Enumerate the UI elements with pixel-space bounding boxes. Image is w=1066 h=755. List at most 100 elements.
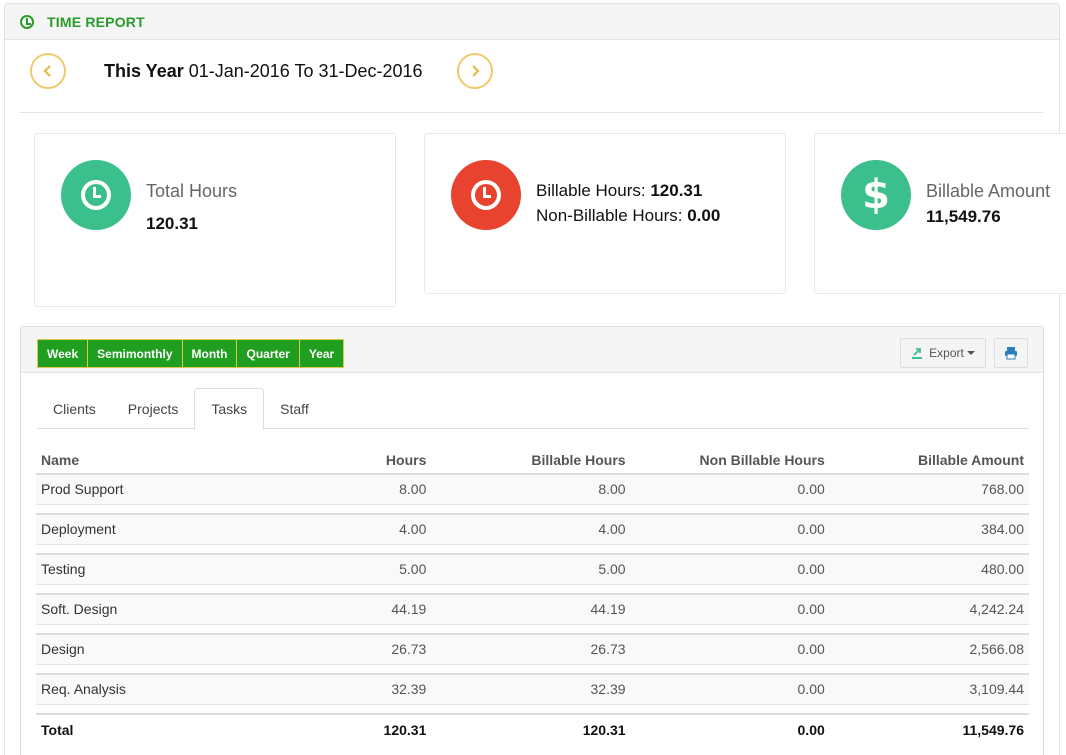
tab-staff[interactable]: Staff bbox=[264, 388, 325, 429]
total-cell-hours: 120.31 bbox=[227, 713, 432, 744]
clock-icon bbox=[81, 180, 111, 210]
period-quarter-button[interactable]: Quarter bbox=[237, 340, 300, 367]
billable-amount-value: 11,549.76 bbox=[926, 207, 1001, 226]
total-cell-billable-amount: 11,549.76 bbox=[829, 713, 1029, 744]
cell-name: Prod Support bbox=[36, 473, 228, 504]
cell-non-billable-hours: 0.00 bbox=[630, 633, 830, 664]
export-icon bbox=[912, 348, 923, 359]
cell-hours: 32.39 bbox=[227, 673, 432, 704]
cell-billable-hours: 26.73 bbox=[431, 633, 631, 664]
column-header-non-billable-hours[interactable]: Non Billable Hours bbox=[630, 446, 830, 475]
export-button[interactable]: Export bbox=[900, 338, 986, 368]
divider bbox=[19, 112, 1043, 113]
column-header-billable-hours[interactable]: Billable Hours bbox=[431, 446, 631, 475]
period-year-button[interactable]: Year bbox=[299, 340, 344, 367]
cell-non-billable-hours: 0.00 bbox=[630, 673, 830, 704]
cell-billable-hours: 4.00 bbox=[431, 513, 631, 544]
cell-billable-amount: 3,109.44 bbox=[829, 673, 1029, 704]
clock-icon bbox=[471, 180, 501, 210]
total-cell-name: Total bbox=[36, 713, 228, 744]
chevron-right-icon bbox=[471, 65, 480, 77]
dollar-icon: $ bbox=[862, 172, 890, 218]
table-body: Prod Support 8.00 8.00 0.00 768.00 Deployment… bbox=[36, 473, 1029, 744]
period-button-group: Week Semimonthly Month Quarter Year bbox=[37, 339, 345, 368]
table-total-row: Total 120.31 120.31 0.00 11,549.76 bbox=[36, 713, 1029, 744]
column-header-name[interactable]: Name bbox=[36, 446, 228, 475]
billable-amount-card: $ Billable Amount 11,549.76 bbox=[814, 133, 1066, 294]
period-semimonthly-button[interactable]: Semimonthly bbox=[88, 340, 183, 367]
cell-hours: 8.00 bbox=[227, 473, 432, 504]
row-spacer-cell bbox=[36, 543, 1029, 555]
total-hours-label: Total Hours bbox=[146, 181, 238, 201]
panel-header: TIME REPORT bbox=[5, 4, 1059, 40]
previous-period-button[interactable] bbox=[30, 53, 66, 89]
cell-name: Design bbox=[36, 633, 228, 664]
total-hours-value: 120.31 bbox=[146, 214, 198, 233]
row-spacer-cell bbox=[36, 623, 1029, 635]
row-spacer-cell bbox=[36, 583, 1029, 595]
row-spacer-cell bbox=[36, 503, 1029, 515]
table-row: Deployment 4.00 4.00 0.00 384.00 bbox=[36, 513, 1029, 544]
period-name: This Year bbox=[104, 60, 184, 81]
print-button[interactable] bbox=[994, 338, 1028, 368]
total-hours-badge bbox=[61, 160, 131, 230]
billable-hours-label: Billable Hours: bbox=[536, 181, 646, 200]
column-header-hours[interactable]: Hours bbox=[227, 446, 432, 475]
tab-clients[interactable]: Clients bbox=[37, 388, 112, 429]
cell-billable-amount: 4,242.24 bbox=[829, 593, 1029, 624]
cell-name: Testing bbox=[36, 553, 228, 584]
tab-projects[interactable]: Projects bbox=[112, 388, 195, 429]
total-cell-non-billable-hours: 0.00 bbox=[630, 713, 830, 744]
billable-hours-value: 120.31 bbox=[650, 181, 703, 200]
table-row: Design 26.73 26.73 0.00 2,566.08 bbox=[36, 633, 1029, 664]
cell-non-billable-hours: 0.00 bbox=[630, 593, 830, 624]
billable-hours-badge bbox=[451, 160, 521, 230]
cell-hours: 5.00 bbox=[227, 553, 432, 584]
cell-name: Soft. Design bbox=[36, 593, 228, 624]
report-toolbar: Week Semimonthly Month Quarter Year Expo… bbox=[21, 327, 1043, 373]
row-spacer bbox=[36, 703, 1029, 715]
row-spacer-cell bbox=[36, 703, 1029, 715]
cell-billable-amount: 480.00 bbox=[829, 553, 1029, 584]
cell-billable-amount: 768.00 bbox=[829, 473, 1029, 504]
row-spacer bbox=[36, 623, 1029, 635]
non-billable-hours-value: 0.00 bbox=[687, 206, 721, 225]
table-row: Soft. Design 44.19 44.19 0.00 4,242.24 bbox=[36, 593, 1029, 624]
export-label: Export bbox=[929, 346, 964, 360]
period-month-button[interactable]: Month bbox=[182, 340, 238, 367]
period-week-button[interactable]: Week bbox=[38, 340, 89, 367]
cell-billable-amount: 384.00 bbox=[829, 513, 1029, 544]
billable-hours-line: Billable Hours: 120.31 bbox=[536, 181, 702, 201]
row-spacer bbox=[36, 663, 1029, 675]
cell-non-billable-hours: 0.00 bbox=[630, 473, 830, 504]
panel-title: TIME REPORT bbox=[47, 13, 145, 30]
cell-billable-hours: 8.00 bbox=[431, 473, 631, 504]
tasks-table: Name Hours Billable Hours Non Billable H… bbox=[36, 446, 1029, 744]
report-tabs: Clients Projects Tasks Staff bbox=[37, 388, 1029, 430]
period-label: This Year 01-Jan-2016 To 31-Dec-2016 bbox=[104, 61, 423, 82]
printer-icon bbox=[1005, 347, 1017, 360]
non-billable-hours-line: Non-Billable Hours: 0.00 bbox=[536, 206, 720, 226]
cell-hours: 26.73 bbox=[227, 633, 432, 664]
cell-non-billable-hours: 0.00 bbox=[630, 513, 830, 544]
next-period-button[interactable] bbox=[456, 53, 493, 89]
tab-tasks[interactable]: Tasks bbox=[194, 388, 265, 430]
table-row: Req. Analysis 32.39 32.39 0.00 3,109.44 bbox=[36, 673, 1029, 704]
report-box: Week Semimonthly Month Quarter Year Expo… bbox=[20, 326, 1044, 755]
cell-billable-amount: 2,566.08 bbox=[829, 633, 1029, 664]
billable-amount-badge: $ bbox=[841, 160, 911, 230]
period-navigator: This Year 01-Jan-2016 To 31-Dec-2016 bbox=[30, 52, 493, 90]
row-spacer bbox=[36, 543, 1029, 555]
billable-amount-label: Billable Amount bbox=[926, 181, 1051, 201]
cell-billable-hours: 44.19 bbox=[431, 593, 631, 624]
row-spacer bbox=[36, 503, 1029, 515]
cell-billable-hours: 32.39 bbox=[431, 673, 631, 704]
total-hours-card: Total Hours 120.31 bbox=[34, 133, 396, 307]
row-spacer-cell bbox=[36, 663, 1029, 675]
cell-billable-hours: 5.00 bbox=[431, 553, 631, 584]
cell-hours: 4.00 bbox=[227, 513, 432, 544]
clock-icon bbox=[20, 14, 34, 29]
table-row: Prod Support 8.00 8.00 0.00 768.00 bbox=[36, 473, 1029, 504]
column-header-billable-amount[interactable]: Billable Amount bbox=[829, 446, 1029, 475]
period-range: 01-Jan-2016 To 31-Dec-2016 bbox=[188, 60, 423, 81]
